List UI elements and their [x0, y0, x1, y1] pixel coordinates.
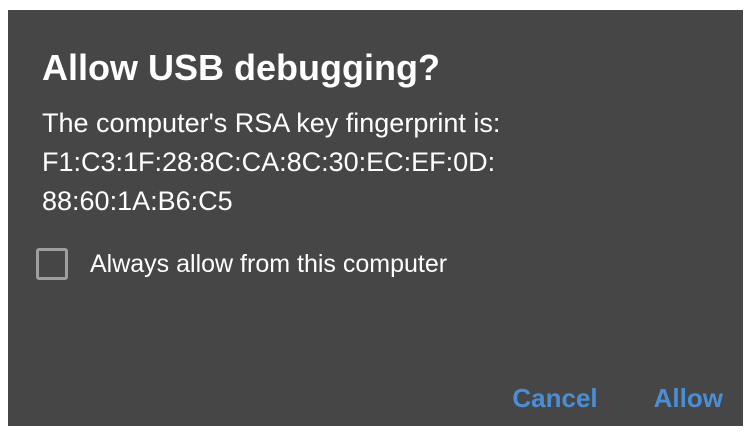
cancel-button[interactable]: Cancel — [512, 383, 597, 414]
allow-button[interactable]: Allow — [654, 383, 723, 414]
message-line: The computer's RSA key fingerprint is: — [42, 108, 501, 138]
always-allow-label[interactable]: Always allow from this computer — [90, 250, 447, 279]
dialog-actions: Cancel Allow — [512, 383, 723, 414]
always-allow-option[interactable]: Always allow from this computer — [36, 246, 447, 282]
dialog-title: Allow USB debugging? — [42, 47, 440, 88]
fingerprint-line: 88:60:1A:B6:C5 — [42, 186, 233, 216]
usb-debugging-dialog: Allow USB debugging? The computer's RSA … — [8, 10, 743, 426]
always-allow-checkbox[interactable] — [36, 248, 68, 280]
dialog-message: The computer's RSA key fingerprint is: F… — [42, 104, 722, 221]
fingerprint-line: F1:C3:1F:28:8C:CA:8C:30:EC:EF:0D: — [42, 147, 496, 177]
